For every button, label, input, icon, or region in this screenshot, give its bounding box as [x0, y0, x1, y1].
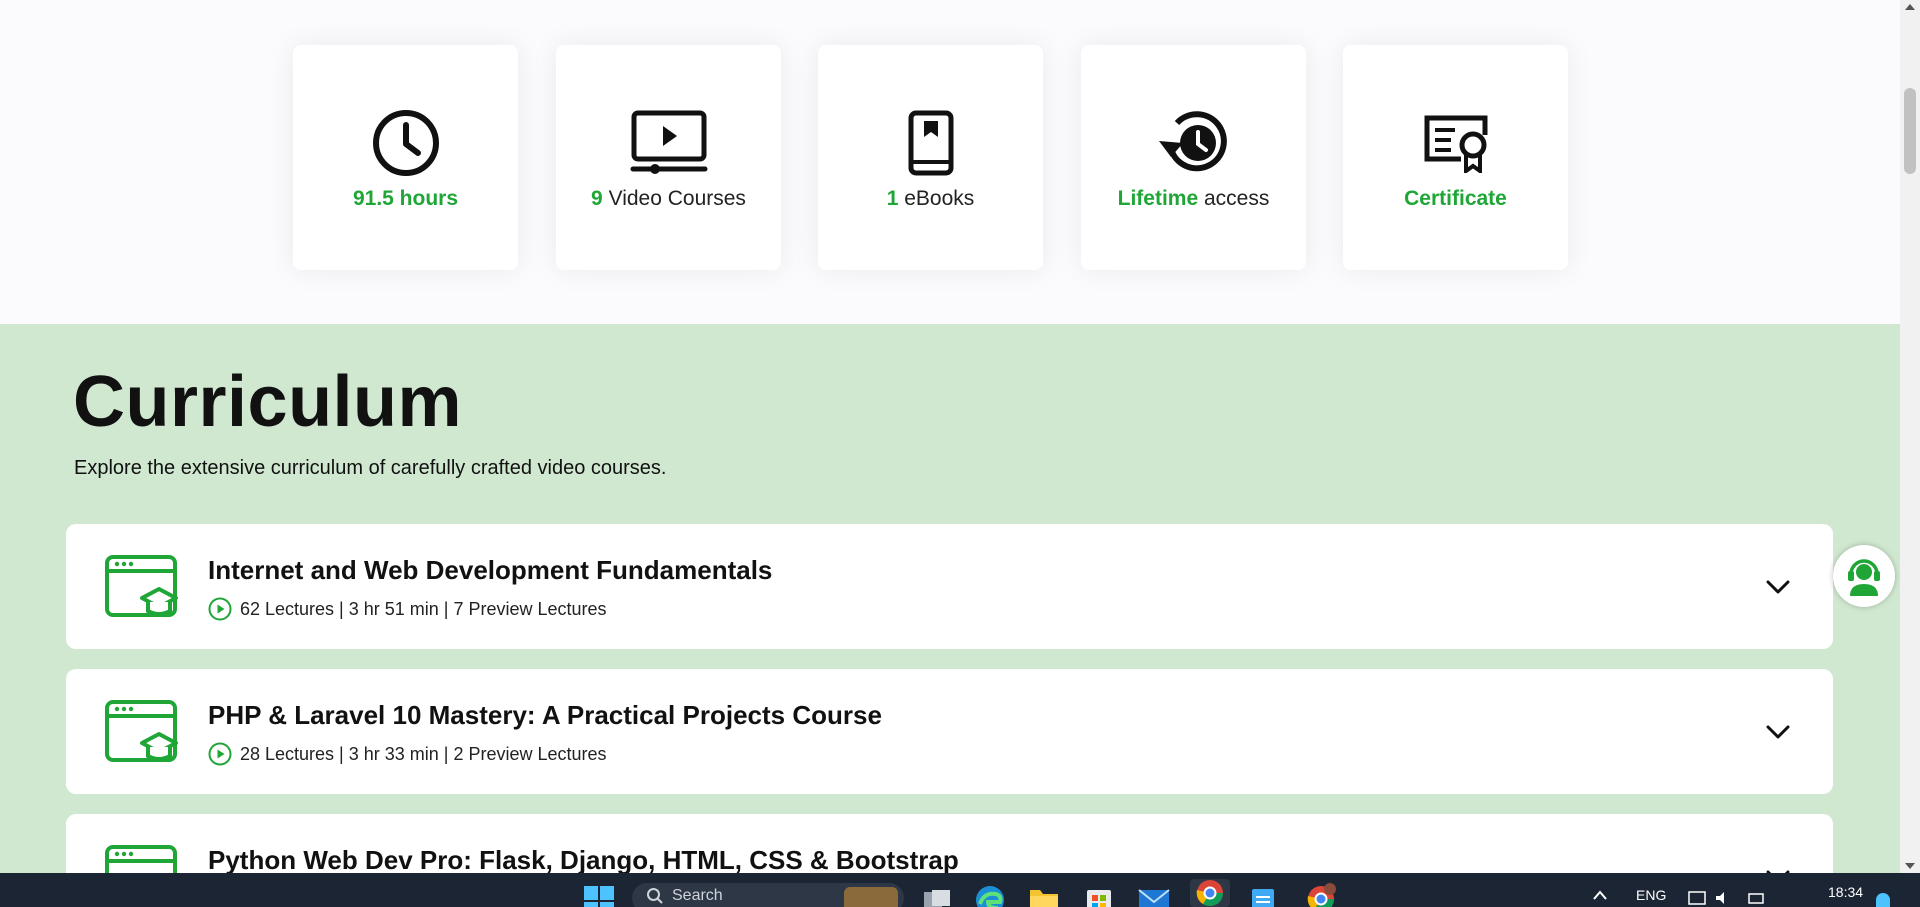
battery-icon[interactable] [1748, 891, 1766, 905]
course-meta: 28 Lectures | 3 hr 33 min | 2 Preview Le… [208, 742, 607, 766]
microsoft-store-icon[interactable] [1084, 883, 1114, 907]
headset-support-icon [1848, 559, 1880, 596]
chevron-down-icon[interactable] [1763, 717, 1793, 747]
taskbar-search-input[interactable]: Search [632, 883, 904, 907]
task-view-icon[interactable] [922, 885, 952, 907]
history-clock-icon [1154, 105, 1234, 181]
network-icon[interactable] [1688, 891, 1706, 905]
feature-card-ebooks: 1 eBooks [818, 45, 1043, 270]
play-circle-icon [208, 742, 232, 766]
feature-text: 91.5 hours [352, 186, 459, 210]
course-meta: 62 Lectures | 3 hr 51 min | 7 Preview Le… [208, 597, 607, 621]
course-meta-text: 62 Lectures | 3 hr 51 min | 7 Preview Le… [240, 598, 607, 619]
course-icon [105, 845, 177, 873]
course-item[interactable]: PHP & Laravel 10 Mastery: A Practical Pr… [66, 669, 1833, 794]
curriculum-subtitle: Explore the extensive curriculum of care… [74, 457, 667, 479]
certificate-icon [1416, 105, 1496, 181]
page: 91.5 hours 9 Video Courses 1 eBooks Life… [0, 0, 1900, 873]
curriculum-section: Curriculum Explore the extensive curricu… [0, 324, 1900, 873]
notepad-icon[interactable] [1250, 885, 1276, 907]
curriculum-title: Curriculum [73, 362, 463, 442]
file-explorer-icon[interactable] [1028, 885, 1060, 907]
support-chat-button[interactable] [1833, 545, 1895, 607]
language-indicator[interactable]: ENG [1636, 887, 1666, 903]
volume-icon[interactable] [1714, 891, 1732, 905]
play-circle-icon [208, 597, 232, 621]
video-player-icon [629, 105, 709, 181]
course-title: PHP & Laravel 10 Mastery: A Practical Pr… [208, 700, 882, 730]
notification-icon[interactable] [1876, 893, 1890, 907]
chevron-down-icon[interactable] [1763, 572, 1793, 602]
course-icon [105, 700, 178, 762]
features-section: 91.5 hours 9 Video Courses 1 eBooks Life… [0, 0, 1900, 324]
feature-text: 1 eBooks [886, 186, 975, 210]
course-icon [105, 555, 178, 617]
search-highlight-image [844, 887, 898, 907]
feature-card-hours: 91.5 hours [293, 45, 518, 270]
search-icon [647, 888, 663, 904]
course-meta-text: 28 Lectures | 3 hr 33 min | 2 Preview Le… [240, 743, 607, 764]
course-title: Python Web Dev Pro: Flask, Django, HTML,… [208, 845, 959, 873]
feature-card-video-courses: 9 Video Courses [556, 45, 781, 270]
feature-card-lifetime-access: Lifetime access [1081, 45, 1306, 270]
edge-browser-icon[interactable] [974, 885, 1006, 907]
taskbar: Search ENG 18:34 [0, 873, 1920, 907]
scroll-down-arrow-icon[interactable] [1905, 863, 1915, 869]
feature-text: 9 Video Courses [591, 186, 746, 210]
tablet-book-icon [891, 105, 971, 181]
scrollbar-thumb[interactable] [1904, 88, 1916, 174]
chevron-down-icon[interactable] [1763, 862, 1793, 873]
windows-start-icon[interactable] [584, 886, 614, 907]
feature-text: Certificate [1404, 186, 1507, 210]
tray-chevron-up-icon[interactable] [1592, 889, 1608, 901]
mail-icon[interactable] [1138, 885, 1170, 907]
chrome-profile-icon[interactable] [1306, 883, 1338, 907]
feature-text: Lifetime access [1117, 186, 1270, 210]
course-item[interactable]: Python Web Dev Pro: Flask, Django, HTML,… [66, 814, 1833, 873]
search-placeholder: Search [672, 887, 723, 904]
course-title: Internet and Web Development Fundamental… [208, 555, 773, 585]
clock-time[interactable]: 18:34 [1828, 884, 1863, 900]
vertical-scrollbar[interactable] [1900, 0, 1920, 873]
course-item[interactable]: Internet and Web Development Fundamental… [66, 524, 1833, 649]
scroll-up-arrow-icon[interactable] [1905, 4, 1915, 10]
feature-card-certificate: Certificate [1343, 45, 1568, 270]
clock-icon [366, 105, 446, 181]
chrome-icon[interactable] [1190, 879, 1230, 907]
